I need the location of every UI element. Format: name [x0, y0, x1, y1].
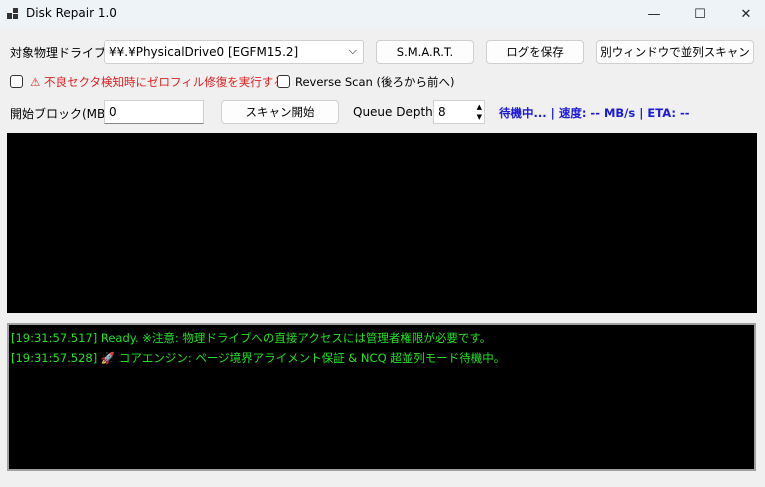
- chevron-down-icon: ⌵: [348, 44, 357, 57]
- drive-label: 対象物理ドライブ:: [10, 46, 111, 60]
- smart-button[interactable]: S.M.A.R.T.: [376, 40, 474, 64]
- window-title: Disk Repair 1.0: [26, 6, 117, 20]
- close-button[interactable]: ✕: [723, 0, 765, 28]
- queue-depth-stepper[interactable]: 8 ▲ ▼: [433, 100, 485, 124]
- parallel-scan-button[interactable]: 別ウィンドウで並列スキャン: [596, 40, 754, 64]
- start-block-input[interactable]: 0: [104, 100, 204, 124]
- queue-depth-label: Queue Depth:: [353, 105, 437, 119]
- maximize-button[interactable]: ☐: [677, 0, 723, 28]
- start-scan-button[interactable]: スキャン開始: [221, 100, 339, 124]
- drive-select[interactable]: ¥¥.¥PhysicalDrive0 [EGFM15.2] ⌵: [104, 40, 364, 64]
- app-icon: [7, 8, 18, 19]
- log-line: [19:31:57.517] Ready. ※注意: 物理ドライブへの直接アクセ…: [11, 331, 492, 345]
- log-line: [19:31:57.528] 🚀 コアエンジン: ページ境界アライメント保証 &…: [11, 351, 506, 365]
- scan-visualization-panel: [7, 133, 757, 313]
- zero-fill-checkbox[interactable]: [10, 75, 23, 88]
- save-log-button[interactable]: ログを保存: [486, 40, 584, 64]
- reverse-scan-label: Reverse Scan (後ろから前へ): [295, 75, 455, 89]
- queue-depth-value: 8: [438, 105, 446, 119]
- minimize-button[interactable]: —: [631, 0, 677, 28]
- start-block-label: 開始ブロック(MB):: [10, 107, 114, 121]
- zero-fill-label: 不良セクタ検知時にゼロフィル修復を実行する: [43, 75, 285, 89]
- reverse-scan-checkbox[interactable]: [277, 75, 290, 88]
- zero-fill-label-wrap: ⚠ 不良セクタ検知時にゼロフィル修復を実行する: [30, 74, 285, 90]
- drive-select-value: ¥¥.¥PhysicalDrive0 [EGFM15.2]: [109, 45, 299, 59]
- status-text: 待機中... | 速度: -- MB/s | ETA: --: [499, 106, 690, 120]
- warning-icon: ⚠: [30, 75, 41, 89]
- log-panel[interactable]: [19:31:57.517] Ready. ※注意: 物理ドライブへの直接アクセ…: [7, 323, 756, 471]
- spin-arrows-icon[interactable]: ▲ ▼: [477, 102, 482, 122]
